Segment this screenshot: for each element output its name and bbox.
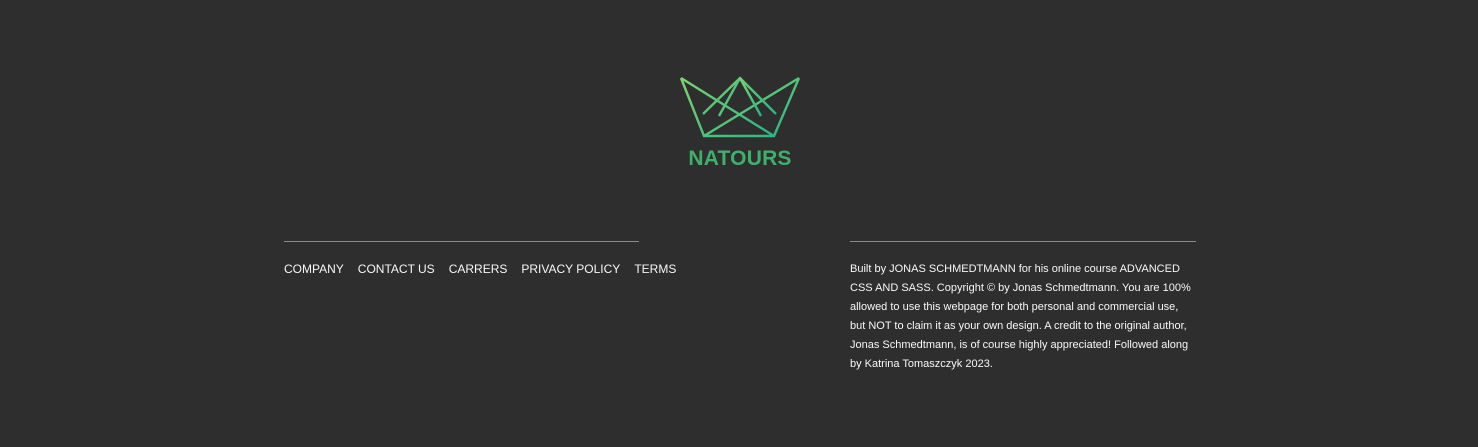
site-footer: NATOURS COMPANY CONTACT US CARRERS PRIVA… bbox=[0, 0, 1478, 447]
footer-nav-item: PRIVACY POLICY bbox=[521, 260, 620, 278]
footer-copyright-column: Built by JONAS SCHMEDTMANN for his onlin… bbox=[850, 241, 1196, 374]
copyright-text: Built by JONAS SCHMEDTMANN for his onlin… bbox=[850, 263, 1191, 370]
footer-navigation: COMPANY CONTACT US CARRERS PRIVACY POLIC… bbox=[284, 241, 676, 278]
nav-link-company[interactable]: COMPANY bbox=[284, 262, 344, 276]
nav-link-carrers[interactable]: CARRERS bbox=[449, 262, 508, 276]
footer-nav-item: COMPANY bbox=[284, 260, 344, 278]
footer-logo[interactable]: NATOURS bbox=[679, 74, 801, 171]
crown-icon bbox=[679, 76, 801, 138]
footer-nav-list: COMPANY CONTACT US CARRERS PRIVACY POLIC… bbox=[284, 242, 676, 278]
nav-link-terms[interactable]: TERMS bbox=[634, 262, 676, 276]
footer-nav-item: CONTACT US bbox=[358, 260, 435, 278]
logo-text: NATOURS bbox=[688, 147, 792, 170]
nav-link-contact-us[interactable]: CONTACT US bbox=[358, 262, 435, 276]
footer-nav-item: TERMS bbox=[634, 260, 676, 278]
nav-link-privacy-policy[interactable]: PRIVACY POLICY bbox=[521, 262, 620, 276]
footer-nav-item: CARRERS bbox=[449, 260, 508, 278]
